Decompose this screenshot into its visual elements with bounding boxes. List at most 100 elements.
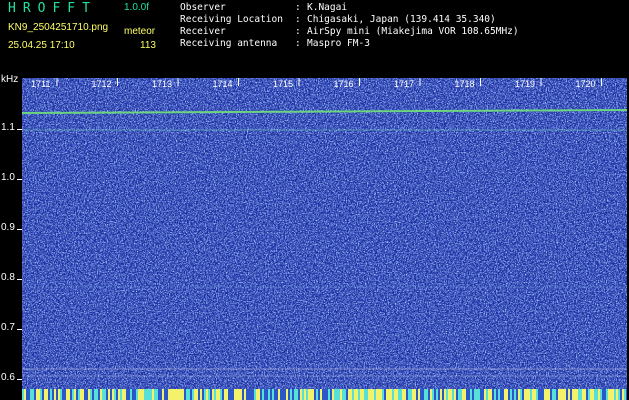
noise-band-cell: [358, 389, 360, 400]
noise-band-cell: [260, 389, 262, 400]
noise-band-cell: [126, 389, 128, 400]
noise-band-cell: [526, 389, 528, 400]
noise-band-cell: [302, 389, 304, 400]
noise-band-cell: [140, 389, 142, 400]
noise-band-cell: [566, 389, 568, 400]
noise-band-cell: [196, 389, 198, 400]
noise-band-cell: [532, 389, 534, 400]
noise-band-cell: [524, 389, 526, 400]
noise-band-cell: [234, 389, 236, 400]
info-row-receiver: Receiver: AirSpy mini (Miakejima VOR 108.…: [180, 26, 519, 38]
noise-band-cell: [66, 389, 68, 400]
noise-band-cell: [224, 389, 226, 400]
noise-band-cell: [142, 389, 144, 400]
noise-band-cell: [184, 389, 186, 400]
noise-band-cell: [422, 389, 424, 400]
noise-band-cell: [286, 389, 288, 400]
noise-band-cell: [138, 389, 140, 400]
noise-band-cell: [324, 389, 326, 400]
waterfall-noise-bright: [22, 78, 627, 400]
noise-band-cell: [322, 389, 324, 400]
noise-band-cell: [614, 389, 616, 400]
noise-band-cell: [398, 389, 400, 400]
noise-band-cell: [264, 389, 266, 400]
noise-band-cell: [434, 389, 436, 400]
noise-band-cell: [550, 389, 552, 400]
noise-band-cell: [332, 389, 334, 400]
noise-band-cell: [380, 389, 382, 400]
noise-band-cell: [390, 389, 392, 400]
noise-band-cell: [278, 389, 280, 400]
frequency-axis: 1.1 1.0 0.9 0.8 0.7 0.6: [0, 78, 22, 400]
noise-band-cell: [40, 389, 42, 400]
noise-band-cell: [172, 389, 174, 400]
noise-band-cell: [426, 389, 428, 400]
time-tick-label: 1715: [273, 79, 294, 89]
noise-band-cell: [410, 389, 412, 400]
time-tick-label: 1712: [91, 79, 112, 89]
time-tick-label: 1719: [515, 79, 536, 89]
noise-band-cell: [344, 389, 346, 400]
info-row-antenna: Receiving antenna: Maspro FM-3: [180, 38, 519, 50]
noise-band-cell: [28, 389, 30, 400]
noise-band-cell: [438, 389, 440, 400]
noise-band-cell: [32, 389, 34, 400]
noise-band-cell: [592, 389, 594, 400]
noise-band-cell: [86, 389, 88, 400]
noise-band-cell: [96, 389, 98, 400]
noise-band-cell: [146, 389, 148, 400]
noise-band-cell: [612, 389, 614, 400]
noise-band-cell: [238, 389, 240, 400]
noise-band-cell: [622, 389, 624, 400]
noise-band-cell: [564, 389, 566, 400]
noise-band-cell: [450, 389, 452, 400]
noise-band-cell: [340, 389, 342, 400]
info-label: Receiving Location: [180, 14, 283, 25]
ytick-label: 1.0: [1, 172, 15, 183]
noise-band-cell: [418, 389, 420, 400]
noise-band-cell: [258, 389, 260, 400]
noise-band-cell: [188, 389, 190, 400]
info-colon: :: [295, 14, 301, 25]
noise-band-cell: [330, 389, 332, 400]
noise-band-cell: [82, 389, 84, 400]
noise-band-cell: [490, 389, 492, 400]
noise-band-cell: [128, 389, 130, 400]
noise-band-cell: [572, 389, 574, 400]
noise-band-cell: [366, 389, 368, 400]
noise-band-cell: [620, 389, 622, 400]
waterfall-spectrogram[interactable]: [22, 78, 627, 400]
noise-band-cell: [268, 389, 270, 400]
noise-band-cell: [518, 389, 520, 400]
noise-band-cell: [590, 389, 592, 400]
noise-band-cell: [528, 389, 530, 400]
time-tick-label: 1716: [333, 79, 354, 89]
noise-band-cell: [294, 389, 296, 400]
noise-band-cell: [112, 389, 114, 400]
noise-band-cell: [186, 389, 188, 400]
noise-band-cell: [312, 389, 314, 400]
noise-band-cell: [284, 389, 286, 400]
noise-band-cell: [598, 389, 600, 400]
noise-band-cell: [520, 389, 522, 400]
noise-band-cell: [522, 389, 524, 400]
noise-band-cell: [442, 389, 444, 400]
noise-band-cell: [194, 389, 196, 400]
noise-band-cell: [496, 389, 498, 400]
noise-band-cell: [124, 389, 126, 400]
noise-band-cell: [538, 389, 540, 400]
noise-band-cell: [216, 389, 218, 400]
noise-band-cell: [148, 389, 150, 400]
noise-band-cell: [42, 389, 44, 400]
noise-band-cell: [198, 389, 200, 400]
noise-band-cell: [530, 389, 532, 400]
noise-band-cell: [180, 389, 182, 400]
noise-band-cell: [556, 389, 558, 400]
noise-band-cell: [58, 389, 60, 400]
noise-band-cell: [92, 389, 94, 400]
noise-band-cell: [60, 389, 62, 400]
noise-band-cell: [62, 389, 64, 400]
noise-band-cell: [356, 389, 358, 400]
noise-band-cell: [204, 389, 206, 400]
noise-band-cell: [118, 389, 120, 400]
